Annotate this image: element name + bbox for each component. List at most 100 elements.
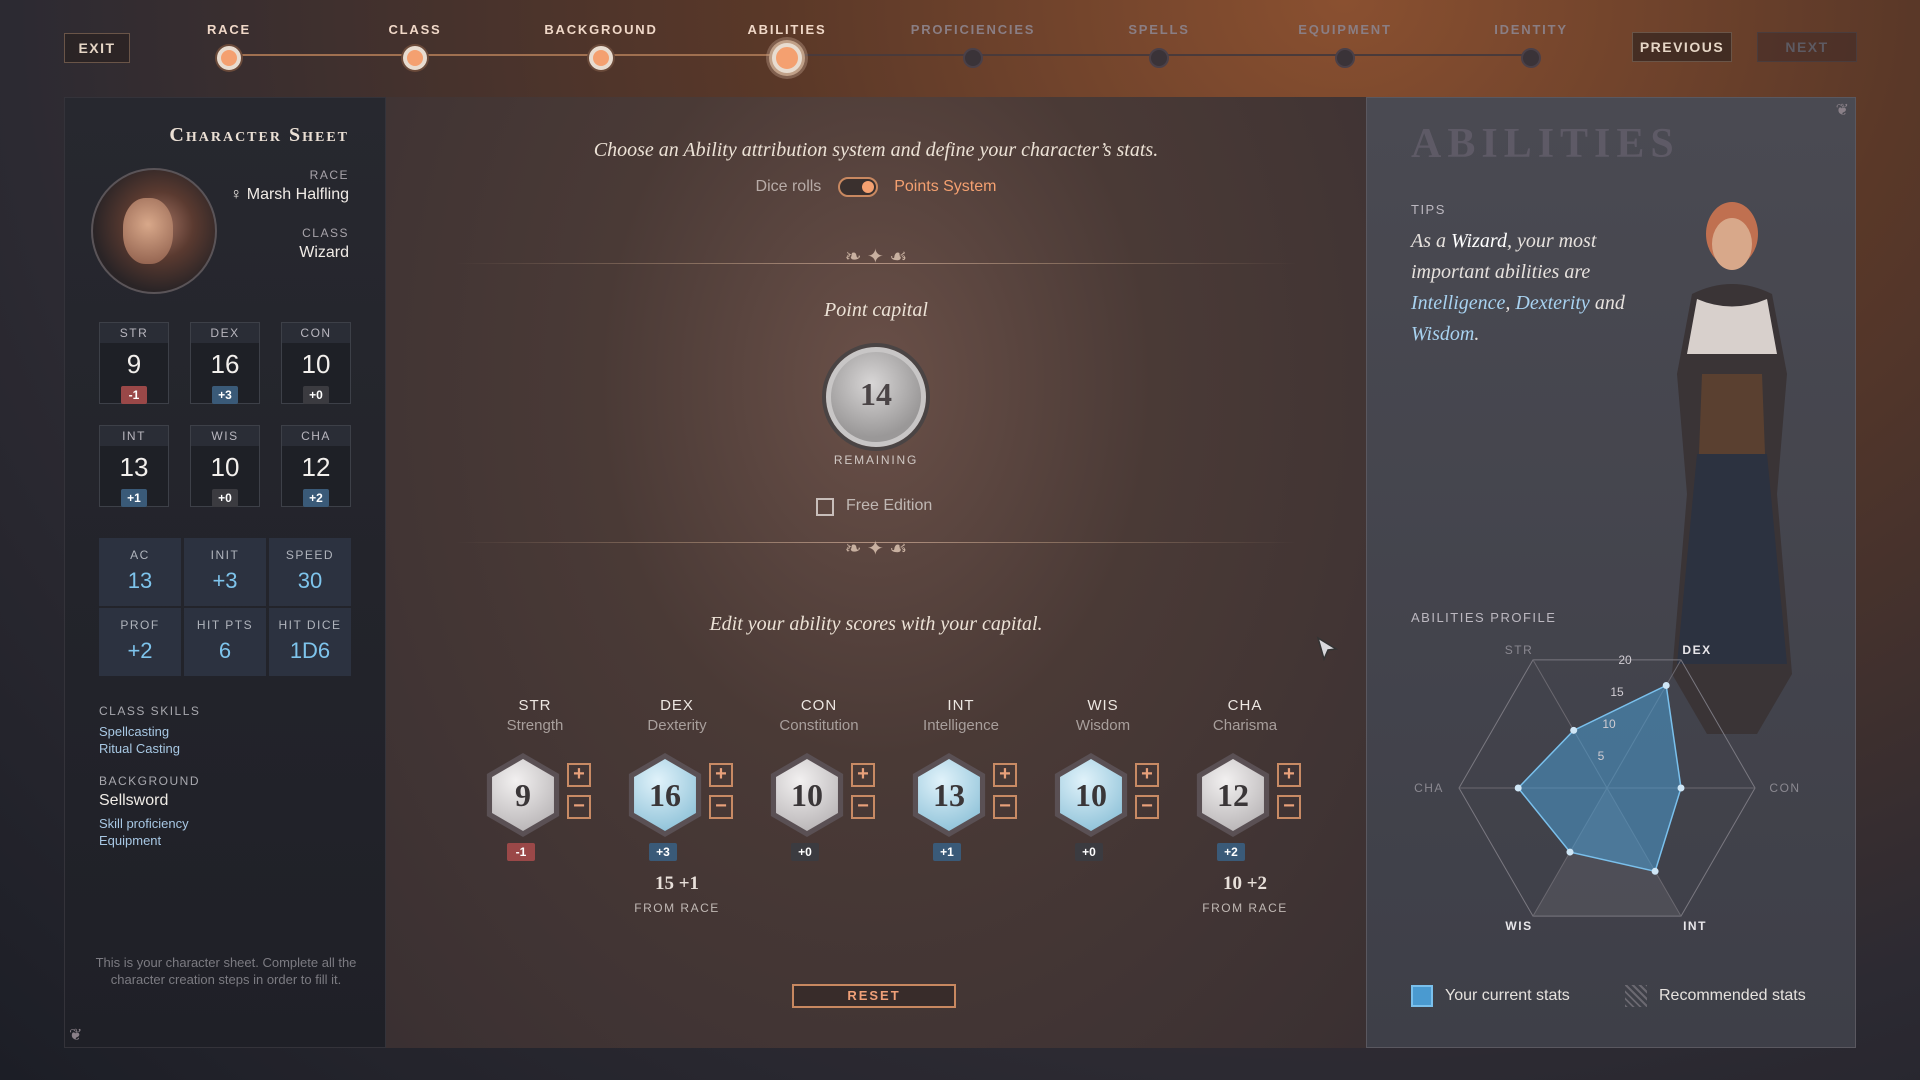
step-node-icon[interactable] — [217, 46, 241, 70]
derived-stat-value: 13 — [127, 568, 153, 593]
ability-abbrev: STR — [518, 697, 552, 714]
free-edition-checkbox[interactable] — [816, 498, 834, 516]
ability-box-modifier: +0 — [212, 489, 238, 507]
ability-score-value: 12 — [1202, 759, 1264, 831]
ability-abbrev: CHA — [1227, 697, 1263, 714]
ability-box-con: CON 10 +0 — [281, 322, 351, 404]
ability-modifier: +3 — [649, 843, 677, 861]
ornament-icon: ❧ ✦ ☙ — [844, 538, 908, 560]
ability-fullname: Strength — [506, 717, 564, 734]
step-proficiencies[interactable]: PROFICIENCIES — [903, 22, 1043, 68]
step-node-icon[interactable] — [589, 46, 613, 70]
radar-axis-label: CHA — [1414, 781, 1444, 795]
ability-score-value: 16 — [634, 759, 696, 831]
increase-button[interactable]: + — [709, 763, 733, 787]
tips-ability: Wisdom — [1411, 323, 1475, 345]
race-label: RACE — [309, 168, 349, 182]
corner-ornament-icon: ❦ — [69, 1027, 83, 1044]
increase-button[interactable]: + — [567, 763, 591, 787]
decrease-button[interactable]: − — [1135, 795, 1159, 819]
radar-axis-label: WIS — [1505, 919, 1532, 933]
step-equipment[interactable]: EQUIPMENT — [1275, 22, 1415, 68]
derived-stat-label: INIT — [210, 548, 240, 562]
info-panel: ABILITIES ❦ TIPS As a Wizard, your most … — [1366, 97, 1856, 1048]
step-background[interactable]: BACKGROUND — [531, 22, 671, 70]
step-label: CLASS — [388, 22, 442, 37]
ability-modifier: +1 — [933, 843, 961, 861]
step-node-icon[interactable] — [1521, 48, 1541, 68]
background-item: Skill proficiency — [99, 816, 189, 831]
derived-stat-hit-dice: HIT DICE 1D6 — [269, 608, 351, 676]
race-bonus-value: 15 +1 — [654, 873, 700, 894]
ability-editor-wis: WIS Wisdom 10 + − +0 — [1043, 697, 1163, 861]
derived-stat-label: HIT PTS — [196, 618, 254, 632]
decrease-button[interactable]: − — [993, 795, 1017, 819]
increase-button[interactable]: + — [1135, 763, 1159, 787]
ability-box-label: CHA — [282, 426, 350, 446]
ability-box-cha: CHA 12 +2 — [281, 425, 351, 507]
step-label: SPELLS — [1128, 22, 1190, 37]
portrait-face — [123, 198, 173, 264]
next-button[interactable]: NEXT — [1757, 32, 1857, 62]
legend-current: Your current stats — [1411, 985, 1570, 1007]
derived-stat-value: +3 — [212, 568, 238, 593]
system-toggle-switch[interactable] — [837, 177, 878, 197]
ability-fullname: Dexterity — [647, 717, 707, 734]
decrease-button[interactable]: − — [567, 795, 591, 819]
race-bonus-label: FROM RACE — [1202, 901, 1288, 915]
mouse-cursor-icon — [1316, 636, 1338, 662]
step-node-icon[interactable] — [1335, 48, 1355, 68]
ability-box-modifier: +3 — [212, 386, 238, 404]
ornament-icon: ❧ ✦ ☙ — [844, 246, 908, 268]
step-label: PROFICIENCIES — [910, 22, 1036, 37]
ability-modifier: +0 — [791, 843, 819, 861]
step-node-icon[interactable] — [403, 46, 427, 70]
radar-point — [1677, 784, 1685, 792]
ability-score-die: 10 — [1054, 753, 1128, 837]
ability-modifier: +0 — [1075, 843, 1103, 861]
step-node-icon[interactable] — [963, 48, 983, 68]
derived-stat-value: 6 — [218, 638, 232, 663]
step-spells[interactable]: SPELLS — [1089, 22, 1229, 68]
system-toggle-row: Dice rolls Points System — [386, 177, 1366, 197]
sheet-footnote: This is your character sheet. Complete a… — [95, 955, 357, 987]
increase-button[interactable]: + — [993, 763, 1017, 787]
radar-point — [1566, 848, 1574, 856]
decrease-button[interactable]: − — [851, 795, 875, 819]
ability-box-value: 12 — [301, 452, 331, 482]
reset-button[interactable]: RESET — [792, 984, 956, 1008]
edit-instruction: Edit your ability scores with your capit… — [709, 613, 1043, 635]
step-label: RACE — [206, 22, 252, 37]
ability-abbrev: CON — [800, 697, 838, 714]
increase-button[interactable]: + — [1277, 763, 1301, 787]
panel-title: ABILITIES — [1411, 121, 1680, 167]
decrease-button[interactable]: − — [709, 795, 733, 819]
step-label: EQUIPMENT — [1298, 22, 1392, 37]
step-label: BACKGROUND — [544, 22, 658, 37]
previous-button[interactable]: PREVIOUS — [1632, 32, 1732, 62]
radar-tick-label: 10 — [1602, 717, 1616, 731]
increase-button[interactable]: + — [851, 763, 875, 787]
decrease-button[interactable]: − — [1277, 795, 1301, 819]
free-edition-label[interactable]: Free Edition — [846, 497, 932, 515]
step-node-icon[interactable] — [772, 43, 802, 73]
step-node-icon[interactable] — [1149, 48, 1169, 68]
ability-score-die: 16 — [628, 753, 702, 837]
class-label: CLASS — [302, 226, 349, 240]
legend-recommended-swatch — [1625, 985, 1647, 1007]
step-identity[interactable]: IDENTITY — [1461, 22, 1601, 68]
step-race[interactable]: RACE — [159, 22, 299, 70]
ability-fullname: Intelligence — [923, 717, 999, 734]
ability-editor-dex: DEX Dexterity 16 + − +3 15 +1 FROM RACE — [617, 697, 737, 915]
dice-rolls-label[interactable]: Dice rolls — [756, 178, 822, 195]
points-system-label[interactable]: Points System — [894, 178, 996, 195]
class-skills-label: CLASS SKILLS — [99, 704, 201, 718]
radar-axis-label: CON — [1769, 781, 1800, 795]
step-class[interactable]: CLASS — [345, 22, 485, 70]
class-skill-item: Ritual Casting — [99, 741, 180, 756]
ability-box-label: STR — [100, 323, 168, 343]
step-abilities[interactable]: ABILITIES — [717, 22, 857, 73]
radar-axis-label: DEX — [1682, 643, 1711, 657]
ability-box-label: CON — [282, 323, 350, 343]
exit-button[interactable]: EXIT — [64, 33, 130, 63]
